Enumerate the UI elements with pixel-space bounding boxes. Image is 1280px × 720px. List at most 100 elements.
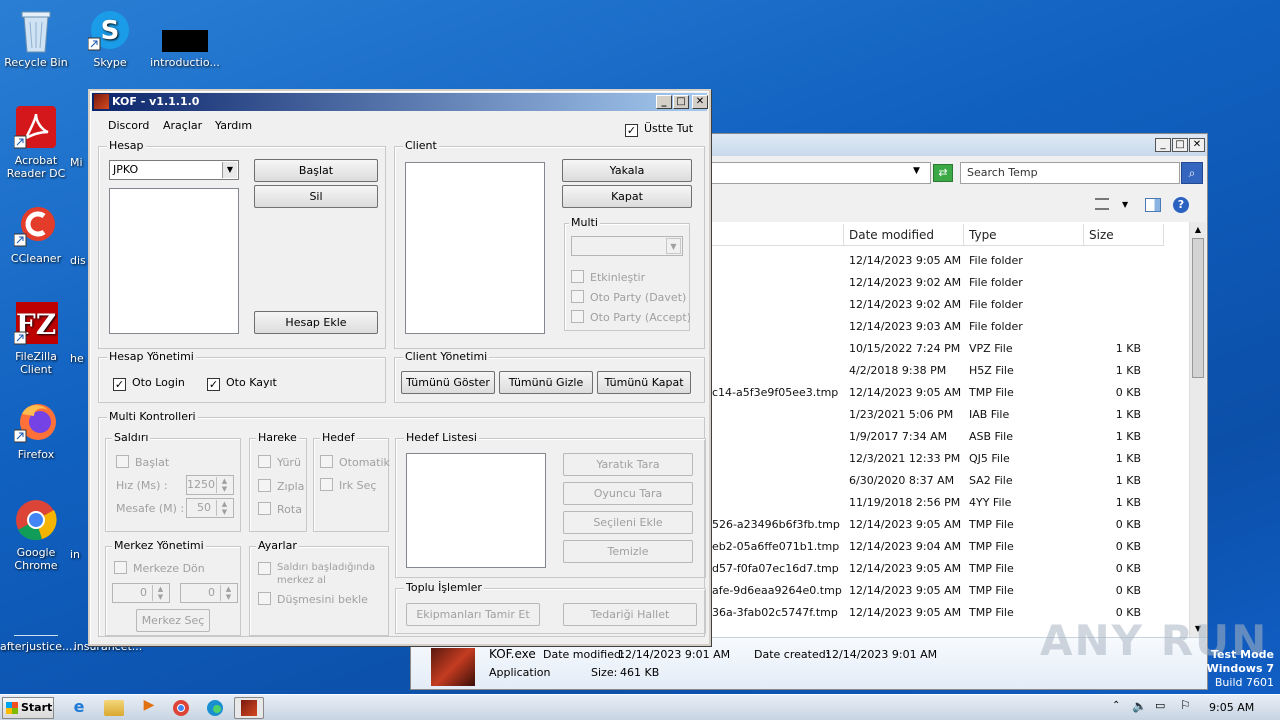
- show-hidden-icon[interactable]: ⌃: [1112, 700, 1120, 711]
- explorer-icon[interactable]: [104, 700, 124, 716]
- search-icon[interactable]: ⌕: [1181, 162, 1203, 184]
- network-icon[interactable]: ▭: [1155, 699, 1165, 712]
- desktop-icon-introduction[interactable]: introductio...: [149, 8, 221, 69]
- help-icon[interactable]: ?: [1173, 197, 1189, 213]
- start-button[interactable]: Başlat: [254, 159, 378, 182]
- maximize-button[interactable]: □: [673, 95, 689, 109]
- attack-start-checkbox[interactable]: Başlat: [116, 455, 169, 469]
- wait-fall-checkbox[interactable]: Düşmesini bekle: [258, 592, 368, 606]
- account-select[interactable]: JPKO ▼: [109, 160, 239, 180]
- view-options-icon[interactable]: [1095, 198, 1109, 210]
- flag-icon[interactable]: ⚐: [1180, 698, 1191, 712]
- group-saldiri: Saldırı Başlat Hız (Ms) : 1250 ▲ ▼ Mesafe …: [105, 431, 241, 532]
- delete-button[interactable]: Sil: [254, 185, 378, 208]
- group-ayarlar: Ayarlar Saldırı başladığında merkez al D…: [249, 539, 389, 636]
- column-header-date[interactable]: Date modified: [844, 224, 964, 246]
- kof-window[interactable]: KOF - v1.1.1.0 _ □ ✕ Discord Araçlar Yar…: [88, 89, 711, 646]
- spinner-arrows-icon[interactable]: ▲ ▼: [220, 585, 236, 601]
- menu-discord[interactable]: Discord: [108, 119, 149, 132]
- clear-button[interactable]: Temizle: [563, 540, 693, 563]
- scroll-up-icon[interactable]: ▲: [1190, 222, 1206, 238]
- always-on-top-checkbox[interactable]: ✓ Üstte Tut: [625, 122, 693, 137]
- desktop-icon-ccleaner[interactable]: CCleaner: [0, 204, 72, 265]
- cell-name: -8eb2-05a6ffe071b1.tmp: [701, 540, 840, 553]
- maximize-button[interactable]: □: [1172, 138, 1188, 152]
- auto-target-checkbox[interactable]: Otomatik: [320, 455, 390, 469]
- desktop-icon-recycle-bin[interactable]: Recycle Bin: [0, 8, 72, 69]
- cell-date: 1/23/2021 5:06 PM: [849, 408, 954, 421]
- chevron-down-icon[interactable]: ▼: [1122, 200, 1128, 209]
- spinner-arrows-icon[interactable]: ▲ ▼: [152, 585, 168, 601]
- clock[interactable]: 9:05 AM: [1209, 701, 1254, 714]
- column-header-size[interactable]: Size: [1084, 224, 1164, 246]
- auto-login-checkbox[interactable]: ✓ Oto Login: [113, 376, 185, 391]
- add-account-button[interactable]: Hesap Ekle: [254, 311, 378, 334]
- party-accept-checkbox[interactable]: Oto Party (Accept): [571, 310, 691, 324]
- desktop-icon-chrome[interactable]: Google Chrome: [0, 498, 72, 572]
- spinner-arrows-icon[interactable]: ▲ ▼: [216, 500, 232, 516]
- minimize-button[interactable]: _: [656, 95, 672, 109]
- details-modified: 12/14/2023 9:01 AM: [618, 648, 731, 661]
- menu-araclar[interactable]: Araçlar: [163, 119, 202, 132]
- center-y-spinner[interactable]: 0 ▲ ▼: [180, 583, 238, 603]
- desktop-icon-skype[interactable]: S Skype: [74, 8, 146, 69]
- start-button[interactable]: Start: [2, 697, 54, 719]
- race-select-checkbox[interactable]: Irk Seç: [320, 478, 376, 492]
- scan-players-button[interactable]: Oyuncu Tara: [563, 482, 693, 505]
- return-center-checkbox[interactable]: Merkeze Dön: [114, 561, 205, 575]
- target-list[interactable]: [406, 453, 546, 568]
- chevron-down-icon[interactable]: ▼: [222, 162, 237, 178]
- ie-icon[interactable]: e: [66, 697, 92, 719]
- scan-mobs-button[interactable]: Yaratık Tara: [563, 453, 693, 476]
- refresh-icon[interactable]: ⇄: [933, 164, 953, 182]
- multi-select[interactable]: ▼: [571, 236, 683, 256]
- search-input[interactable]: Search Temp: [960, 162, 1180, 184]
- show-all-button[interactable]: Tümünü Göster: [401, 371, 495, 394]
- account-list[interactable]: [109, 188, 239, 334]
- supply-button[interactable]: Tedariği Hallet: [563, 603, 697, 626]
- select-center-button[interactable]: Merkez Seç: [136, 609, 210, 632]
- spinner-arrows-icon[interactable]: ▲ ▼: [216, 477, 232, 493]
- media-player-icon[interactable]: ▶: [136, 697, 162, 719]
- chrome-icon[interactable]: [168, 697, 194, 719]
- party-invite-checkbox[interactable]: Oto Party (Davet): [571, 290, 686, 304]
- kof-title-bar[interactable]: KOF - v1.1.1.0 _ □ ✕: [92, 93, 708, 111]
- client-list[interactable]: [405, 162, 545, 334]
- desktop-icon-acrobat[interactable]: Acrobat Reader DC: [0, 106, 72, 180]
- chevron-down-icon[interactable]: ▼: [666, 238, 681, 254]
- repair-equipment-button[interactable]: Ekipmanları Tamir Et: [406, 603, 540, 626]
- desktop-icon-firefox[interactable]: Firefox: [0, 400, 72, 461]
- desktop-icon-filezilla[interactable]: FZ FileZilla Client: [0, 302, 72, 376]
- menu-yardim[interactable]: Yardım: [215, 119, 252, 132]
- walk-checkbox[interactable]: Yürü: [258, 455, 301, 469]
- svg-text:S: S: [101, 16, 120, 46]
- speed-spinner[interactable]: 1250 ▲ ▼: [186, 475, 234, 495]
- edge-icon[interactable]: [202, 697, 228, 719]
- scrollbar[interactable]: ▲ ▼: [1189, 222, 1206, 637]
- distance-spinner[interactable]: 50 ▲ ▼: [186, 498, 234, 518]
- kof-taskbar-icon[interactable]: [234, 697, 264, 719]
- application-icon: [431, 648, 475, 686]
- add-selected-button[interactable]: Seçileni Ekle: [563, 511, 693, 534]
- preview-pane-icon[interactable]: [1145, 198, 1161, 212]
- close-button[interactable]: ✕: [1189, 138, 1205, 152]
- desktop-icon-afterjustice[interactable]: afterjustice....: [0, 596, 76, 653]
- center-on-attack-checkbox[interactable]: Saldırı başladığında merkez al: [258, 561, 386, 587]
- auto-register-checkbox[interactable]: ✓ Oto Kayıt: [207, 376, 277, 391]
- minimize-button[interactable]: _: [1155, 138, 1171, 152]
- speaker-icon[interactable]: 🔈: [1132, 699, 1147, 713]
- center-x-spinner[interactable]: 0 ▲ ▼: [112, 583, 170, 603]
- route-checkbox[interactable]: Rota: [258, 502, 302, 516]
- capture-button[interactable]: Yakala: [562, 159, 692, 182]
- close-button[interactable]: ✕: [692, 95, 708, 109]
- chevron-down-icon[interactable]: ▼: [913, 166, 920, 176]
- jump-checkbox[interactable]: Zıpla: [258, 479, 304, 493]
- cell-type: File folder: [969, 276, 1023, 289]
- hide-all-button[interactable]: Tümünü Gizle: [499, 371, 593, 394]
- scroll-thumb[interactable]: [1192, 238, 1204, 378]
- enable-checkbox[interactable]: Etkinleştir: [571, 270, 645, 284]
- column-header-type[interactable]: Type: [964, 224, 1084, 246]
- cell-size: 0 KB: [1115, 584, 1141, 597]
- close-all-button[interactable]: Tümünü Kapat: [597, 371, 691, 394]
- close-client-button[interactable]: Kapat: [562, 185, 692, 208]
